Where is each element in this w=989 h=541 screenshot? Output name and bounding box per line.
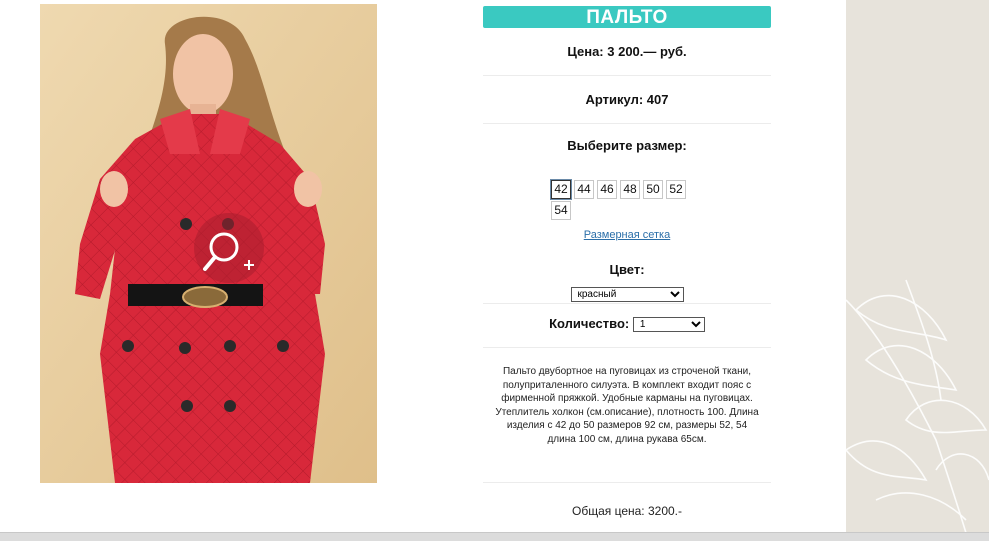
product-photo[interactable]: [40, 4, 377, 483]
zoom-in-icon: [203, 232, 254, 271]
product-details: ПАЛЬТО Цена: 3 200.— руб. Артикул: 407 В…: [483, 6, 771, 518]
size-option-44[interactable]: 44: [574, 180, 594, 199]
quantity-row: Количество: 1: [483, 303, 771, 348]
quantity-select[interactable]: 1: [632, 317, 705, 333]
total-price: Общая цена: 3200.-: [572, 504, 682, 518]
product-title: ПАЛЬТО: [483, 6, 771, 28]
price-text: Цена: 3 200.— руб.: [483, 28, 771, 76]
quantity-label: Количество:: [549, 316, 630, 331]
size-option-54[interactable]: 54: [551, 201, 571, 220]
article-number: Артикул: 407: [483, 76, 771, 124]
size-options: 42 44 46 48 50 52 54: [550, 179, 701, 220]
zoom-button[interactable]: [194, 213, 264, 283]
color-label: Цвет:: [609, 262, 645, 277]
color-select-wrapper: красный: [483, 284, 771, 302]
size-option-46[interactable]: 46: [597, 180, 617, 199]
product-description: Пальто двубортное на пуговицах из строче…: [495, 366, 759, 445]
size-option-42[interactable]: 42: [550, 179, 572, 200]
size-option-50[interactable]: 50: [643, 180, 663, 199]
divider: [483, 482, 771, 483]
decorative-side-panel: [846, 0, 989, 533]
floral-decoration: [846, 279, 989, 533]
size-option-48[interactable]: 48: [620, 180, 640, 199]
size-chart-link[interactable]: Размерная сетка: [483, 229, 771, 241]
choose-size-label: Выберите размер:: [567, 138, 687, 153]
color-select[interactable]: красный: [570, 287, 684, 302]
size-option-52[interactable]: 52: [666, 180, 686, 199]
